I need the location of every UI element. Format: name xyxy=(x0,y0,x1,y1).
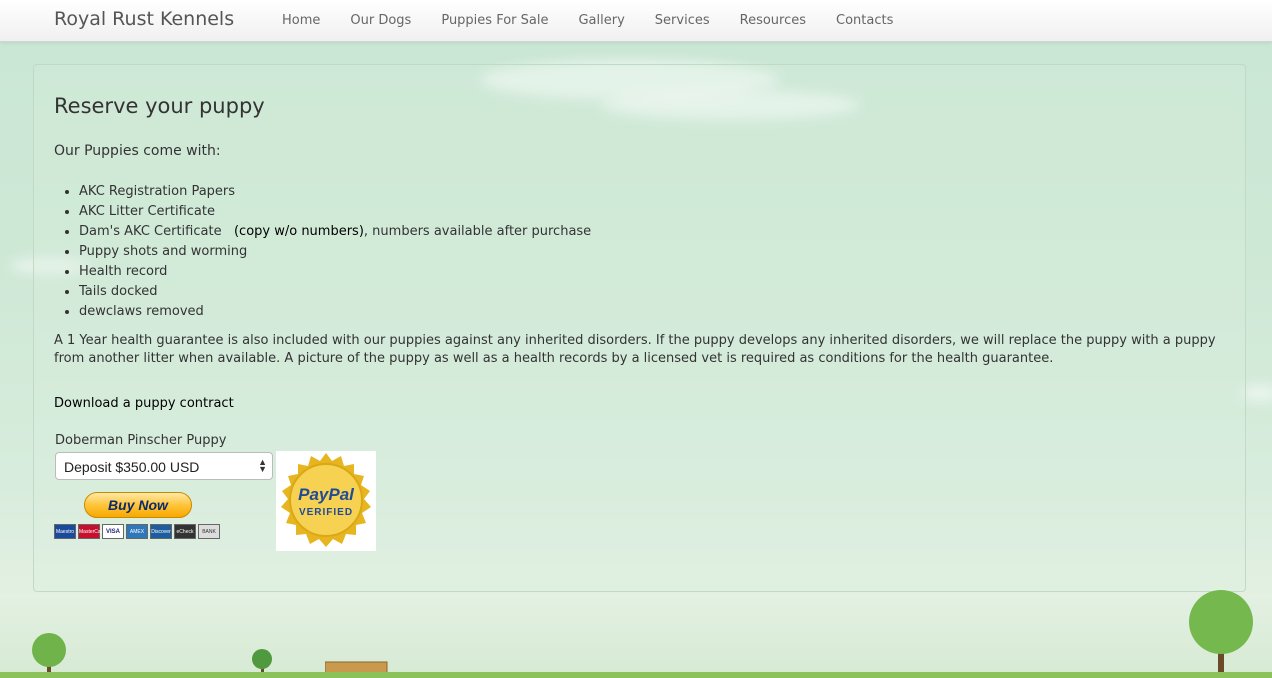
list-item-text: Dam's AKC Certificate xyxy=(79,224,222,239)
amex-card-icon: AMEX xyxy=(126,524,148,539)
page-title: Reserve your puppy xyxy=(54,94,265,118)
payment-cards: Maestro MasterCard VISA AMEX Discover eC… xyxy=(54,524,220,539)
deposit-select[interactable]: Deposit $350.00 USD ▲ ▼ xyxy=(55,452,273,480)
discover-card-icon: Discover xyxy=(150,524,172,539)
nav-contacts[interactable]: Contacts xyxy=(836,13,893,28)
echeck-icon: eCheck xyxy=(174,524,196,539)
list-item: Dam's AKC Certificate (copy w/o numbers)… xyxy=(79,222,591,242)
nav-services[interactable]: Services xyxy=(655,13,710,28)
seal-brand-text: PayPal xyxy=(298,485,355,504)
ground xyxy=(0,672,1272,678)
bank-icon: BANK xyxy=(198,524,220,539)
download-contract-link[interactable]: Download a puppy contract xyxy=(54,396,234,411)
visa-card-icon: VISA xyxy=(102,524,124,539)
seal-verified-text: VERIFIED xyxy=(299,507,353,518)
features-list: AKC Registration Papers AKC Litter Certi… xyxy=(54,182,591,322)
page-header: Reserve your puppy xyxy=(54,94,1224,118)
mastercard-card-icon: MasterCard xyxy=(78,524,105,539)
top-navbar: Royal Rust Kennels Home Our Dogs Puppies… xyxy=(0,0,1272,42)
features-intro: Our Puppies come with: xyxy=(54,143,221,159)
maestro-card-icon: Maestro xyxy=(54,524,76,539)
list-item: AKC Litter Certificate xyxy=(79,202,591,222)
select-arrows-icon: ▲ ▼ xyxy=(258,457,267,474)
verified-seal-icon: PayPal VERIFIED xyxy=(281,453,371,547)
list-item: Puppy shots and worming xyxy=(79,242,591,262)
paypal-verified-seal[interactable]: PayPal VERIFIED xyxy=(276,451,376,551)
list-item-text: , numbers available after purchase xyxy=(363,224,592,239)
nav-resources[interactable]: Resources xyxy=(740,13,806,28)
list-item: dewclaws removed xyxy=(79,302,591,322)
nav-gallery[interactable]: Gallery xyxy=(578,13,624,28)
nav-puppies-for-sale[interactable]: Puppies For Sale xyxy=(441,13,548,28)
list-item: Health record xyxy=(79,262,591,282)
paypal-product-title: Doberman Pinscher Puppy xyxy=(55,433,227,448)
deposit-selected-value: Deposit $350.00 USD xyxy=(64,459,200,475)
health-guarantee-text: A 1 Year health guarantee is also includ… xyxy=(54,333,1216,366)
nav-our-dogs[interactable]: Our Dogs xyxy=(350,13,411,28)
dam-certificate-link[interactable]: (copy w/o numbers) xyxy=(234,224,364,239)
list-item: AKC Registration Papers xyxy=(79,182,591,202)
list-item: Tails docked xyxy=(79,282,591,302)
main-nav: Home Our Dogs Puppies For Sale Gallery S… xyxy=(282,13,923,28)
buy-now-button[interactable]: Buy Now xyxy=(84,492,192,518)
brand-logo-text[interactable]: Royal Rust Kennels xyxy=(54,8,234,30)
nav-home[interactable]: Home xyxy=(282,13,320,28)
tree-icon xyxy=(1189,590,1253,678)
